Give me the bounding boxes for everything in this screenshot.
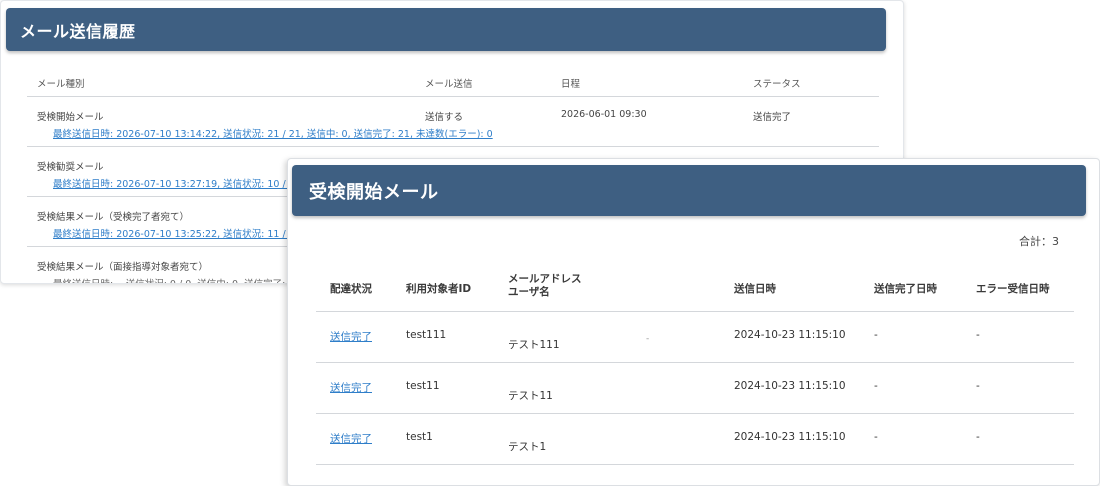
col-username-label: ユーザ名 [508,286,550,298]
user-id: test111 [406,329,447,341]
mail-history-title: メール送信履歴 [20,21,136,41]
done-at: - [874,380,878,392]
mail-date: 2026-06-01 09:30 [561,109,647,120]
error-at: - [976,431,980,443]
table-row: 受検開始メール 送信する 2026-06-01 09:30 送信完了 最終送信日… [27,97,879,147]
table-row: 送信完了 test11 テスト11 2024-10-23 11:15:10 - … [316,363,1074,414]
done-at: - [874,431,878,443]
col-delivery-status: 配達状況 [330,283,372,295]
delivery-status-link[interactable]: 送信完了 [330,329,372,344]
table-header: メール種別 メール送信 日程 ステータス [27,67,879,97]
send-summary-link[interactable]: 最終送信日時: 2026-07-10 13:27:19, 送信状況: 10 / … [53,176,316,190]
col-email-username: メールアドレス ユーザ名 [508,273,582,299]
user-id: test1 [406,431,433,443]
total-count: 合計：3 [1019,235,1059,248]
col-user-id: 利用対象者ID [406,283,472,295]
delivery-table: 配達状況 利用対象者ID メールアドレス ユーザ名 送信日時 送信完了日時 エラ… [316,259,1074,465]
table-row: 送信完了 test1 テスト1 2024-10-23 11:15:10 - - [316,414,1074,465]
sent-at: 2024-10-23 11:15:10 [734,380,846,392]
table-header: 配達状況 利用対象者ID メールアドレス ユーザ名 送信日時 送信完了日時 エラ… [316,259,1074,312]
sent-at: 2024-10-23 11:15:10 [734,329,846,341]
start-mail-detail-panel: 受検開始メール 合計：3 配達状況 利用対象者ID メールアドレス ユーザ名 送… [287,158,1100,486]
col-date: 日程 [561,79,581,90]
mail-type: 受検結果メール（面接指導対象者宛て） [37,262,209,273]
send-summary-link[interactable]: 最終送信日時: 2026-07-10 13:25:22, 送信状況: 11 / … [53,226,316,240]
mail-type: 受検勧奨メール [37,162,104,173]
user-name: テスト1 [508,441,547,453]
col-mail-send: メール送信 [425,79,473,90]
done-at: - [874,329,878,341]
table-row: 送信完了 test111 テスト111 - 2024-10-23 11:15:1… [316,312,1074,363]
mail-send: 送信する [425,112,464,123]
col-error-at: エラー受信日時 [976,283,1050,295]
email-value: - [646,334,650,344]
mail-type: 受検開始メール [37,112,104,123]
col-status: ステータス [753,79,801,90]
mail-type: 受検結果メール（受検完了者宛て） [37,212,190,223]
detail-title: 受検開始メール [309,181,439,203]
send-summary-link[interactable]: 最終送信日時: 2026-07-10 13:14:22, 送信状況: 21 / … [53,126,493,140]
error-at: - [976,380,980,392]
col-done-at: 送信完了日時 [874,283,937,295]
user-id: test11 [406,380,440,392]
mail-history-header: メール送信履歴 [6,8,886,51]
error-at: - [976,329,980,341]
delivery-status-link[interactable]: 送信完了 [330,380,372,395]
col-sent-at: 送信日時 [734,283,776,295]
user-name: テスト111 [508,339,560,351]
delivery-status-link[interactable]: 送信完了 [330,431,372,446]
detail-header: 受検開始メール [292,165,1086,216]
col-email-label: メールアドレス [508,273,582,285]
col-mail-type: メール種別 [37,79,85,90]
mail-status: 送信完了 [753,112,792,123]
user-name: テスト11 [508,390,553,402]
sent-at: 2024-10-23 11:15:10 [734,431,846,443]
send-summary-text: 最終送信日時: -, 送信状況: 0 / 0, 送信中: 0, 送信完了: 0 [53,276,294,283]
